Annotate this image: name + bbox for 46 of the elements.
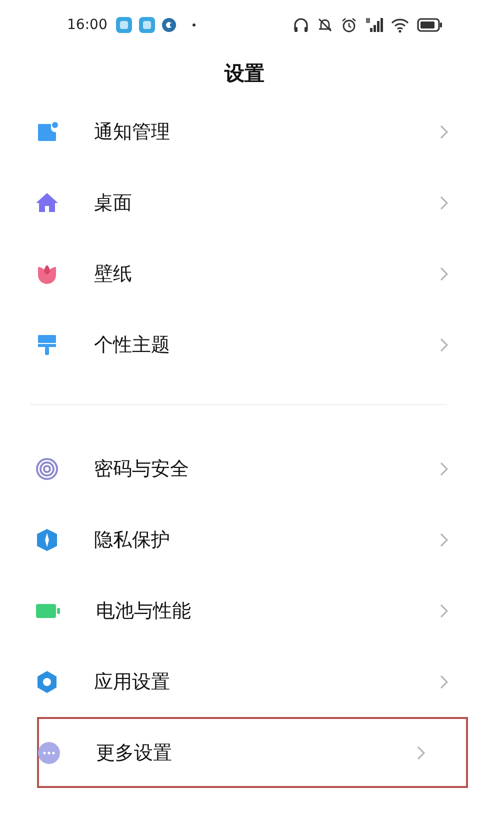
chevron-icon [439, 336, 449, 352]
item-label: 通知管理 [94, 120, 171, 144]
settings-item[interactable]: 桌面 [0, 167, 489, 238]
item-label: 密码与安全 [94, 456, 190, 482]
item-label: 桌面 [94, 190, 133, 216]
chevron-icon [416, 744, 426, 760]
paint-roller-icon [35, 332, 59, 356]
more-icon [37, 740, 61, 764]
app-notification-icon [115, 16, 134, 34]
gear-icon [35, 670, 59, 694]
item-label: 应用设置 [94, 670, 171, 694]
settings-item[interactable]: 应用设置 [0, 646, 489, 717]
item-label: 隐私保护 [94, 528, 171, 552]
headphones-icon [293, 17, 309, 33]
settings-item[interactable]: 个性主题 [0, 309, 489, 380]
alarm-icon [341, 17, 357, 33]
item-label: 电池与性能 [96, 598, 192, 624]
fingerprint-icon [35, 456, 59, 480]
chevron-icon [439, 674, 449, 690]
settings-item[interactable]: 更多设置 [37, 717, 468, 788]
signal-icon [365, 17, 383, 33]
chevron-icon [439, 266, 449, 282]
chevron-icon [439, 602, 449, 618]
muted-bell-icon [317, 17, 333, 33]
settings-item[interactable]: 隐私保护 [0, 504, 489, 575]
item-label: 个性主题 [94, 332, 171, 358]
settings-item[interactable]: 通知管理 [0, 96, 489, 167]
item-label: 壁纸 [94, 262, 133, 286]
chevron-icon [439, 124, 449, 140]
home-icon [35, 190, 59, 214]
shield-icon [35, 528, 59, 552]
item-label: 更多设置 [96, 740, 173, 766]
chevron-icon [439, 532, 449, 548]
dot-icon [192, 23, 196, 27]
wifi-icon [391, 17, 409, 33]
settings-item[interactable]: 壁纸 [0, 238, 489, 309]
notification-icon [35, 120, 59, 144]
settings-item[interactable]: 密码与安全 [0, 433, 489, 504]
battery-status-icon [417, 18, 443, 32]
page-title: 设置 [223, 60, 266, 87]
chevron-icon [439, 194, 449, 210]
status-time: 16:00 [67, 17, 108, 33]
app-notification-icon [138, 16, 156, 34]
settings-item[interactable]: 电池与性能 [0, 575, 489, 646]
app-logo-icon [161, 17, 178, 33]
chevron-icon [439, 460, 449, 476]
